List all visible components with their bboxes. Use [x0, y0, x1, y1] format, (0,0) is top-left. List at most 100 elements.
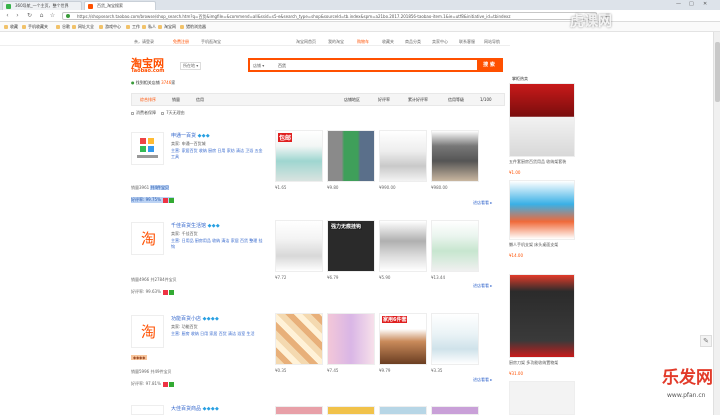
- shop-sales: 销量3961 共4件宝贝: [131, 185, 170, 190]
- ad-image[interactable]: [509, 83, 575, 157]
- sort-sales[interactable]: 销量: [172, 97, 180, 103]
- ad-caption[interactable]: 懒人手机支架 床头桌面支架: [509, 242, 575, 247]
- mobile-link[interactable]: 手机逛淘宝: [201, 39, 221, 45]
- enter-shop-link[interactable]: 进店看看 ▸: [473, 283, 492, 289]
- bookmark-item[interactable]: 猎豹浏览器: [180, 24, 206, 30]
- bookmark-item[interactable]: 收藏: [4, 24, 18, 30]
- shop-logo[interactable]: [131, 132, 164, 165]
- address-bar[interactable]: https://shopsearch.taobao.com/browse/sho…: [62, 12, 597, 20]
- product-image[interactable]: [379, 406, 427, 415]
- taobao-icon: [158, 25, 162, 29]
- bookmark-item[interactable]: 私人: [142, 24, 156, 30]
- product-image[interactable]: 家用6件套: [379, 313, 427, 365]
- ad-image[interactable]: [509, 274, 575, 358]
- product-image[interactable]: [431, 313, 479, 365]
- taobao-top-nav: 亲，请登录 免费注册 手机逛淘宝 淘宝网首页 我的淘宝 购物车 收藏夹 商品分类…: [0, 35, 510, 46]
- bookmark-item[interactable]: 手机收藏夹: [22, 24, 48, 30]
- home-link[interactable]: 淘宝网首页: [296, 39, 316, 45]
- shop-seller[interactable]: 卖家: 千佳百货: [171, 231, 198, 237]
- shop-name[interactable]: 功能百货小店 ◆◆◆◆: [171, 315, 219, 322]
- filter-rate[interactable]: 好评率: [378, 97, 390, 103]
- product-image[interactable]: [379, 130, 427, 182]
- product-image[interactable]: [431, 130, 479, 182]
- bookmark-item[interactable]: 工作: [126, 24, 140, 30]
- product-image[interactable]: 包邮: [275, 130, 323, 182]
- shop-name[interactable]: 千佳百货生活馆 ◆◆◆: [171, 222, 220, 229]
- home-icon[interactable]: ⌂: [38, 12, 45, 19]
- minimize-button[interactable]: —: [676, 1, 681, 7]
- filter-total-rate[interactable]: 累计好评率: [408, 97, 428, 103]
- bookmark-item[interactable]: 谷歌: [56, 24, 70, 30]
- scrollbar-thumb[interactable]: [715, 42, 720, 102]
- product-price: ¥5.90: [379, 275, 391, 280]
- search-input[interactable]: 百货: [278, 63, 286, 69]
- shop-name[interactable]: 申通一百货 ◆◆◆: [171, 132, 210, 139]
- product-price: ¥990.00: [379, 185, 396, 190]
- filter-credit[interactable]: 信用等级: [448, 97, 464, 103]
- location-select[interactable]: 所在地 ▾: [180, 62, 202, 70]
- page-scrollbar[interactable]: [713, 32, 720, 415]
- category-link[interactable]: 商品分类: [405, 39, 421, 45]
- shop-logo[interactable]: 淘: [131, 315, 164, 348]
- product-image[interactable]: [327, 130, 375, 182]
- star-icon[interactable]: ☆: [49, 12, 56, 19]
- search-box: 店铺 ▾ 百货 搜 索: [248, 58, 503, 72]
- product-image[interactable]: [327, 313, 375, 365]
- folder-icon: [22, 25, 26, 29]
- close-window-button[interactable]: ✕: [703, 1, 707, 7]
- shop-seller[interactable]: 卖家: 功能百货: [171, 324, 198, 330]
- filter-region[interactable]: 店铺地区: [344, 97, 360, 103]
- ad-price: ¥14.00: [509, 253, 523, 258]
- browser-tab-2[interactable]: 百货_淘宝搜索: [84, 1, 156, 10]
- ad-caption[interactable]: 厨房刀架 多功能收纳置物架: [509, 360, 575, 365]
- ad-image[interactable]: [509, 381, 575, 415]
- bookmark-item[interactable]: 淘宝网: [158, 24, 176, 30]
- pager[interactable]: 1/100: [480, 97, 492, 102]
- search-category-select[interactable]: 店铺 ▾: [253, 63, 264, 69]
- my-taobao-link[interactable]: 我的淘宝: [328, 39, 344, 45]
- browser-tab-1[interactable]: 360导航_一个主页，整个世界: [2, 1, 82, 10]
- checkbox-guarantee[interactable]: 消费者保障: [131, 110, 156, 115]
- taobao-logo-en: Taobao.com: [131, 68, 165, 74]
- bookmark-item[interactable]: 游戏中心: [99, 24, 121, 30]
- enter-shop-link[interactable]: 进店看看 ▸: [473, 377, 492, 383]
- ad-image[interactable]: [509, 180, 575, 240]
- search-button[interactable]: 搜 索: [477, 60, 501, 70]
- product-image[interactable]: [431, 406, 479, 415]
- enter-shop-link[interactable]: 进店看看 ▸: [473, 200, 492, 206]
- shop-logo[interactable]: [131, 405, 164, 415]
- product-image[interactable]: [379, 220, 427, 272]
- maximize-button[interactable]: □: [689, 1, 694, 7]
- product-price: ¥3.35: [431, 368, 443, 373]
- shop-desc: 主营: 家居百货 收纳 厨房 日用 家纺 清洁 卫浴 五金 工具: [171, 148, 263, 159]
- sort-credit[interactable]: 信用: [196, 97, 204, 103]
- product-image[interactable]: [327, 406, 375, 415]
- product-image[interactable]: [275, 220, 323, 272]
- pen-tool-icon[interactable]: ✎: [700, 335, 712, 347]
- forward-icon[interactable]: ›: [14, 12, 21, 19]
- service-link[interactable]: 联系客服: [459, 39, 475, 45]
- product-image[interactable]: [431, 220, 479, 272]
- bookmark-item[interactable]: 网址大全: [72, 24, 94, 30]
- register-link[interactable]: 免费注册: [173, 39, 189, 45]
- back-icon[interactable]: ‹: [4, 12, 11, 19]
- site-nav-link[interactable]: 网站导航: [484, 39, 500, 45]
- shop-name[interactable]: 大佳百货商品 ◆◆◆◆: [171, 405, 219, 412]
- seller-center-link[interactable]: 卖家中心: [432, 39, 448, 45]
- ad-caption[interactable]: 五件套厨房百货用品 收纳架套装: [509, 159, 575, 164]
- product-image[interactable]: [275, 313, 323, 365]
- refresh-icon[interactable]: ↻: [26, 12, 33, 19]
- product-price: ¥7.72: [275, 275, 287, 280]
- ad-panel-title: 掌柜热卖: [512, 76, 528, 81]
- checkbox-7day[interactable]: 7天无理由: [161, 110, 185, 115]
- sort-default[interactable]: 综合排序: [140, 97, 156, 103]
- product-image[interactable]: [275, 406, 323, 415]
- shop-seller[interactable]: 卖家: 申通一百货城: [171, 141, 206, 147]
- tab-label: 百货_淘宝搜索: [97, 3, 123, 8]
- cart-link[interactable]: 购物车: [357, 39, 369, 45]
- badge-icon: [163, 381, 169, 387]
- shop-logo[interactable]: 淘: [131, 222, 164, 255]
- product-image[interactable]: 强力无痕挂钩: [327, 220, 375, 272]
- login-link[interactable]: 亲，请登录: [134, 39, 154, 45]
- favorites-link[interactable]: 收藏夹: [382, 39, 394, 45]
